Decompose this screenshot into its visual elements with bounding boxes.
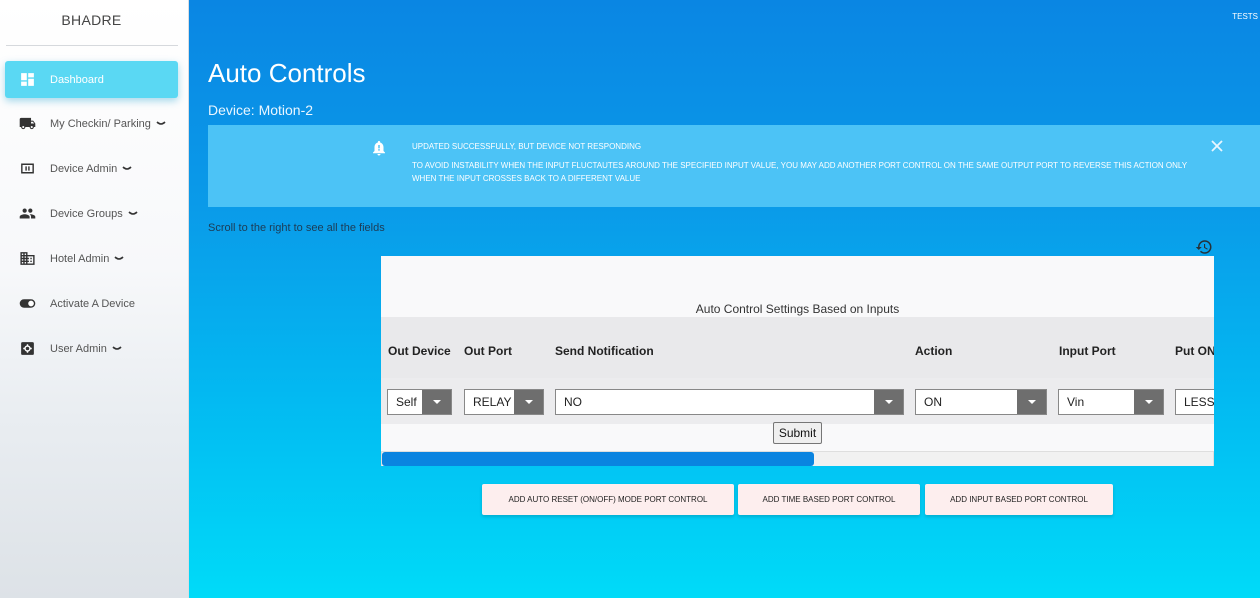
close-icon[interactable] [1210,139,1224,153]
put-on-condition-value: LESS [1184,395,1214,409]
settings-icon [18,340,36,358]
chevron-down-icon [128,209,138,219]
scroll-hint: Scroll to the right to see all the field… [208,222,385,234]
add-auto-reset-control-button[interactable]: Add Auto Reset (ON/OFF) Mode Port Contro… [482,484,734,515]
input-port-select[interactable]: Vin [1058,389,1164,415]
input-port-value: Vin [1067,395,1085,409]
sidebar-item-label: Hotel Admin [50,252,110,265]
table-caption: Auto Control Settings Based on Inputs [695,302,900,316]
toggle-icon [18,295,36,313]
chevron-down-icon [156,119,166,129]
device-label: Device: Motion-2 [208,102,314,118]
alert-line-2: To avoid instability when the input fluc… [412,161,1187,183]
out-port-value: RELAY [473,395,512,409]
device-icon [18,160,36,178]
brand-divider [6,45,178,46]
auto-control-table-panel: Auto Control Settings Based on Inputs Ou… [381,256,1214,466]
page-title: Auto Controls [208,58,366,88]
chevron-down-icon [114,254,124,264]
table-header: Out Device Out Port Send Notification Ac… [381,317,1214,378]
dropdown-arrow-icon [422,390,451,414]
column-header-put-on: Put ON/ [1175,344,1214,358]
sidebar-item-label: Device Groups [50,207,123,220]
history-icon[interactable] [1195,238,1213,256]
dropdown-arrow-icon [874,390,903,414]
sidebar-item-dashboard[interactable]: Dashboard [5,61,178,98]
brand-name: BHADRE [61,12,122,28]
dropdown-arrow-icon [1134,390,1163,414]
column-header-out-device: Out Device [388,344,451,358]
chevron-down-icon [112,344,122,354]
alert-message: Updated Successfully, but device not res… [412,140,1212,191]
chevron-down-icon [122,164,132,174]
dropdown-arrow-icon [1017,390,1046,414]
column-header-action: Action [915,344,953,358]
sidebar-item-user-admin[interactable]: User Admin [5,330,178,367]
sidebar-item-activate-device[interactable]: Activate A Device [5,285,178,322]
put-on-condition-select[interactable]: LESS [1175,389,1214,415]
submit-button[interactable]: Submit [773,422,822,444]
sidebar-item-label: Dashboard [50,73,104,86]
sidebar-item-hotel-admin[interactable]: Hotel Admin [5,240,178,277]
out-port-select[interactable]: RELAY [464,389,544,415]
add-time-based-control-button[interactable]: Add Time Based Port Control [738,484,920,515]
action-select[interactable]: ON [915,389,1047,415]
sidebar-item-device-groups[interactable]: Device Groups [5,195,178,232]
user-name[interactable]: TESTS [1232,12,1258,21]
out-device-value: Self [396,395,417,409]
sidebar-item-label: Device Admin [50,162,118,175]
truck-icon [18,115,36,133]
column-header-send-notification: Send Notification [555,344,654,358]
bell-alert-icon [370,139,388,157]
send-notification-select[interactable]: NO [555,389,904,415]
dashboard-icon [18,71,36,89]
sidebar-item-label: My Checkin/ Parking [50,117,151,130]
action-value: ON [924,395,942,409]
sidebar-item-label: Activate A Device [50,297,135,310]
alert-banner: Updated Successfully, but device not res… [208,125,1260,207]
sidebar: BHADRE Dashboard My Checkin/ Parking Dev… [0,0,189,598]
sidebar-item-checkin-parking[interactable]: My Checkin/ Parking [5,105,178,142]
dropdown-arrow-icon [514,390,543,414]
out-device-select[interactable]: Self [387,389,452,415]
horizontal-scrollbar[interactable] [381,451,1214,466]
alert-line-1: Updated Successfully, but device not res… [412,142,642,151]
people-icon [18,205,36,223]
sidebar-item-device-admin[interactable]: Device Admin [5,150,178,187]
main-content: TESTS Auto Controls Device: Motion-2 Upd… [189,0,1260,598]
building-icon [18,250,36,268]
table-row: Self RELAY NO ON Vin LESS [381,378,1214,424]
add-input-based-control-button[interactable]: Add Input Based Port Control [925,484,1113,515]
scrollbar-thumb[interactable] [382,452,815,466]
send-notification-value: NO [564,395,582,409]
sidebar-item-label: User Admin [50,342,107,355]
column-header-out-port: Out Port [464,344,512,358]
column-header-input-port: Input Port [1059,344,1116,358]
